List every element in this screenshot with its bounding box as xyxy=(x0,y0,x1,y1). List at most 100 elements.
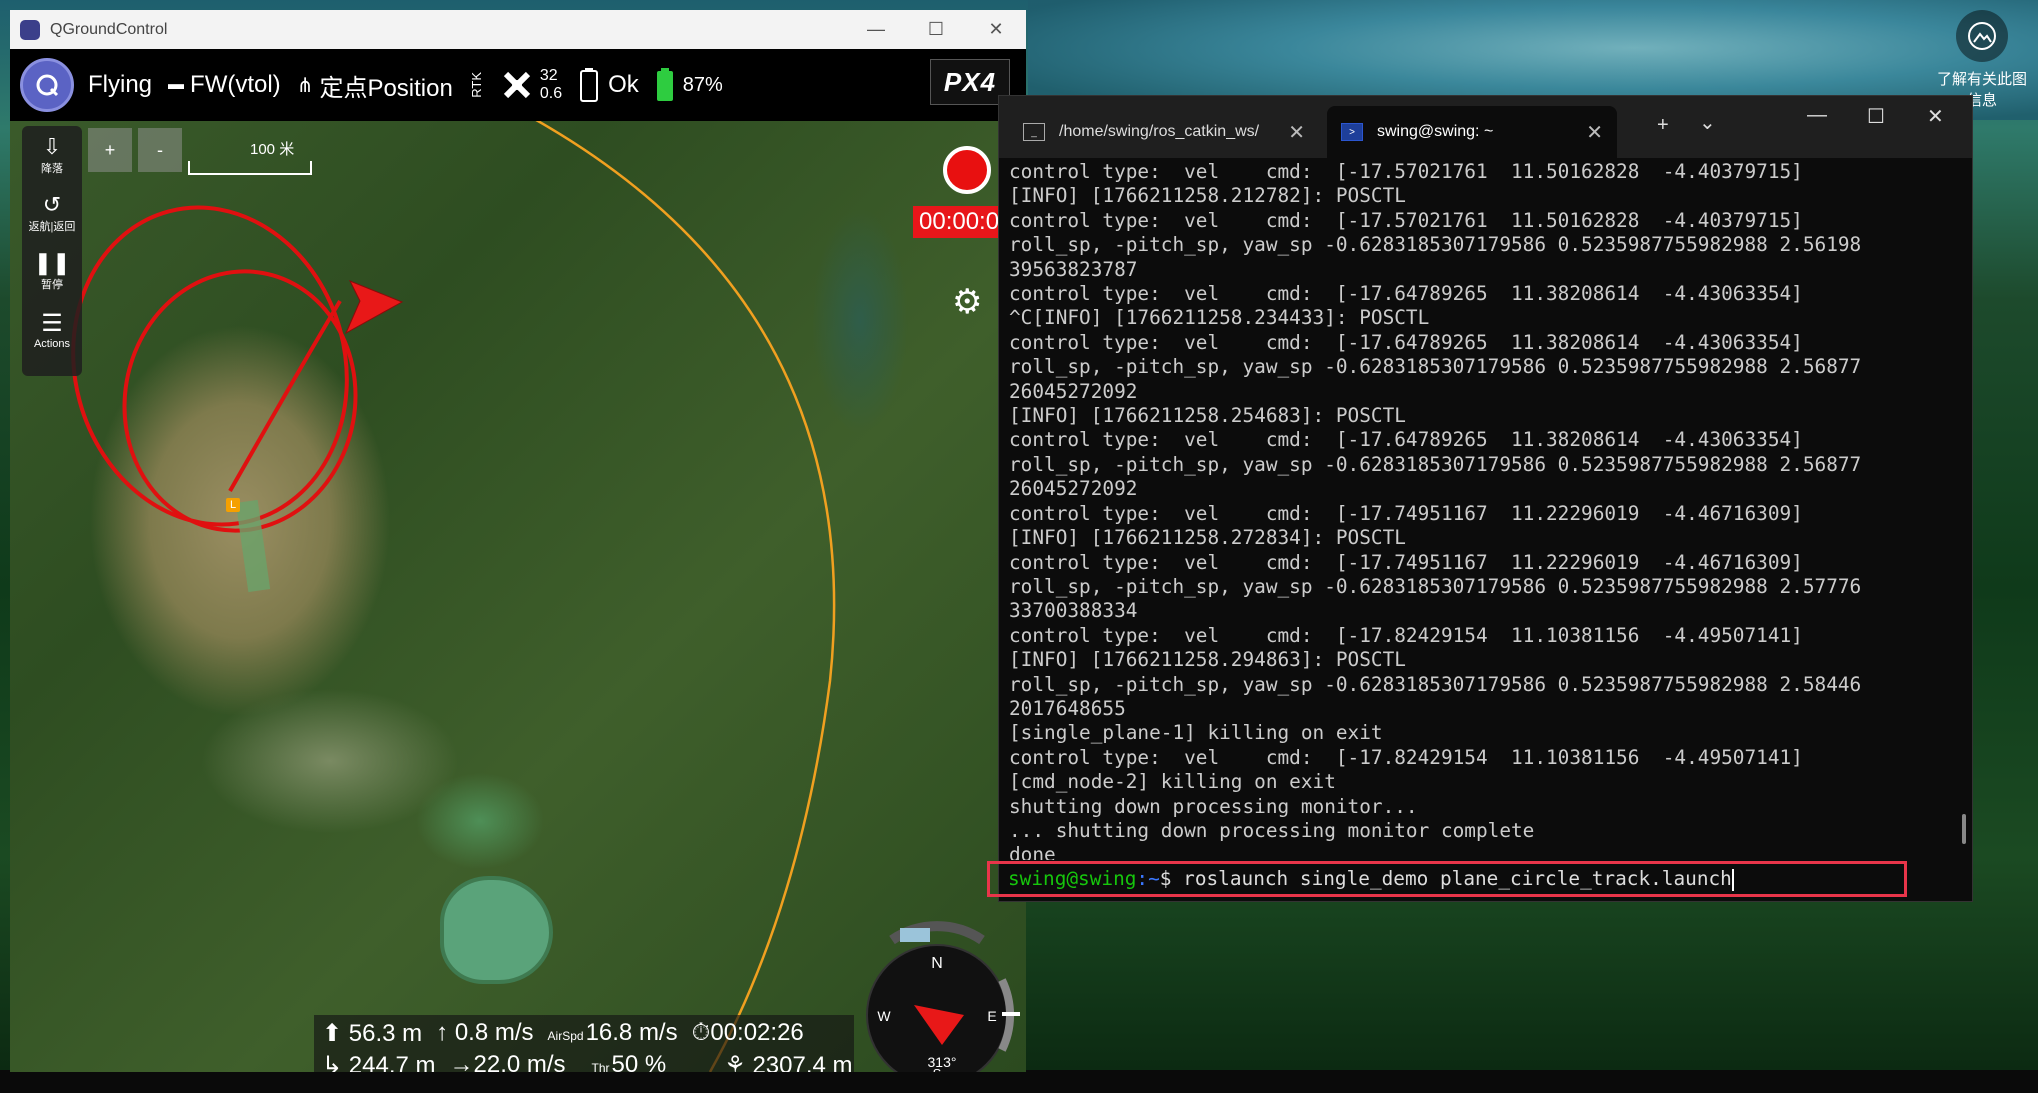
text-cursor xyxy=(1731,868,1734,891)
throttle-value: Thr50 % xyxy=(592,1051,667,1072)
prompt-command: roslaunch single_demo plane_circle_track… xyxy=(1183,867,1732,890)
terminal-line: roll_sp, -pitch_sp, yaw_sp -0.6283185307… xyxy=(1009,452,1862,476)
terminal-output[interactable]: control type: vel cmd: [-17.57021761 11.… xyxy=(1009,160,1959,860)
actions-button[interactable]: ☰ Actions xyxy=(22,300,82,358)
terminal-line: 39563823787 xyxy=(1009,257,1138,281)
terminal-line: [INFO] [1766211258.254683]: POSCTL xyxy=(1009,404,1406,428)
flight-time-value: ⏱00:02:26 xyxy=(691,1019,804,1046)
qgc-window: QGroundControl — ☐ ✕ Flying ▬ FW(vtol) ⋔… xyxy=(10,10,1026,1072)
terminal-maximize-button[interactable]: ☐ xyxy=(1867,104,1885,129)
terminal-line: done xyxy=(1009,843,1056,860)
tab2-title: swing@swing: ~ xyxy=(1377,123,1494,140)
vehicle-type-text: FW(vtol) xyxy=(190,71,281,98)
pause-icon: ❚❚ xyxy=(33,250,71,275)
terminal-line: control type: vel cmd: [-17.74951167 11.… xyxy=(1009,550,1803,574)
distance-value: ↳ 244.7 m xyxy=(322,1051,436,1072)
vehicle-icon xyxy=(344,280,404,335)
distance-text: 244.7 m xyxy=(348,1052,436,1072)
tab-ros-workspace[interactable]: _ /home/swing/ros_catkin_ws/in: ✕ xyxy=(1009,106,1319,158)
airspeed-label: AirSpd xyxy=(547,1029,584,1043)
flight-mode-icon: ⋔ xyxy=(296,74,314,97)
record-button[interactable] xyxy=(943,146,991,194)
vertical-speed-value: ↑ 0.8 m/s xyxy=(436,1019,534,1046)
close-button[interactable]: ✕ xyxy=(966,10,1026,49)
terminal-scrollbar[interactable] xyxy=(1962,814,1966,844)
airspeed-text: 16.8 m/s xyxy=(585,1019,678,1046)
terminal-line: control type: vel cmd: [-17.82429154 11.… xyxy=(1009,623,1803,647)
land-button[interactable]: ⇩ 降落 xyxy=(22,126,82,184)
maximize-button[interactable]: ☐ xyxy=(906,10,966,49)
tab1-close-icon[interactable]: ✕ xyxy=(1288,120,1305,145)
altitude-value: ⬆ 56.3 m xyxy=(322,1020,423,1047)
ground-speed-value: →22.0 m/s xyxy=(450,1051,566,1072)
gear-icon[interactable]: ⚙ xyxy=(952,282,982,322)
terminal-line: roll_sp, -pitch_sp, yaw_sp -0.6283185307… xyxy=(1009,355,1862,379)
vehicle-type[interactable]: ▬ FW(vtol) xyxy=(168,71,281,99)
battery-icon xyxy=(656,68,673,101)
spotlight-icon xyxy=(1956,10,2008,62)
prompt-symbol: $ xyxy=(1159,867,1172,890)
map-scale-label: 100 米 xyxy=(250,141,295,158)
terminal-line: [single_plane-1] killing on exit xyxy=(1009,721,1383,745)
new-tab-button[interactable]: + xyxy=(1657,114,1669,137)
message-icon: ▬ xyxy=(168,76,185,93)
rtk-indicator[interactable]: RTK xyxy=(469,72,484,98)
qgc-toolbar: Flying ▬ FW(vtol) ⋔ 定点Position RTK 32 0.… xyxy=(10,49,1026,121)
terminal-line: control type: vel cmd: [-17.74951167 11.… xyxy=(1009,501,1803,525)
qgc-logo-icon[interactable] xyxy=(20,58,74,112)
flight-time-text: 00:02:26 xyxy=(710,1019,804,1046)
spotlight-label-1: 了解有关此图 xyxy=(1936,71,2027,88)
tab-swing-home[interactable]: > swing@swing: ~ ✕ xyxy=(1327,106,1617,158)
rtl-icon: ↺ xyxy=(42,192,62,217)
terminal-line: [INFO] [1766211258.294863]: POSCTL xyxy=(1009,648,1406,672)
home-distance-value: ⚘ 2307.4 m xyxy=(724,1051,852,1072)
qgc-app-icon xyxy=(20,19,40,40)
prompt-path: :~ xyxy=(1136,867,1160,890)
minimize-button[interactable]: — xyxy=(846,10,906,49)
gps-indicator[interactable]: 32 0.6 xyxy=(500,67,562,103)
terminal-line: [INFO] [1766211258.212782]: POSCTL xyxy=(1009,184,1406,208)
qgc-titlebar[interactable]: QGroundControl — ☐ ✕ xyxy=(10,10,1026,49)
left-tool-strip: ⇩ 降落 ↺ 返航|返回 ❚❚ 暂停 ☰ Actions xyxy=(22,126,82,376)
actions-label: Actions xyxy=(33,337,71,350)
terminal-line: [cmd_node-2] killing on exit xyxy=(1009,770,1336,794)
flight-status-text: Flying xyxy=(88,71,153,98)
flight-mode-text: 定点Position xyxy=(319,74,453,102)
flight-status[interactable]: Flying xyxy=(88,71,152,99)
tab1-title: /home/swing/ros_catkin_ws/in: xyxy=(1059,123,1259,140)
altitude-text: 56.3 m xyxy=(348,1020,423,1047)
throttle-label: Thr xyxy=(591,1061,610,1072)
satellite-icon xyxy=(503,71,530,99)
terminal-window: _ /home/swing/ros_catkin_ws/in: ✕ > swin… xyxy=(987,95,1973,902)
throttle-text: 50 % xyxy=(611,1051,667,1072)
menu-icon: ☰ xyxy=(41,309,63,337)
telemetry-panel[interactable]: ⬆ 56.3 m ↑ 0.8 m/s AirSpd16.8 m/s ⏱00:02… xyxy=(314,1015,854,1072)
home-distance-text: 2307.4 m xyxy=(752,1052,853,1072)
tab2-close-icon[interactable]: ✕ xyxy=(1586,120,1603,145)
battery-indicator[interactable]: 87% xyxy=(655,67,723,103)
terminal-line: ^C[INFO] [1766211258.234433]: POSCTL xyxy=(1009,306,1430,330)
gps-sat-count: 32 xyxy=(539,67,558,84)
terminal-icon: _ xyxy=(1023,123,1045,141)
vertical-speed-text: 0.8 m/s xyxy=(454,1019,534,1046)
land-icon: ⇩ xyxy=(42,134,62,159)
link-indicator[interactable]: Ok xyxy=(578,67,639,103)
terminal-line: roll_sp, -pitch_sp, yaw_sp -0.6283185307… xyxy=(1009,574,1862,598)
terminal-close-button[interactable]: ✕ xyxy=(1927,104,1944,129)
zoom-out-button[interactable]: - xyxy=(138,128,182,172)
terminal-line: control type: vel cmd: [-17.57021761 11.… xyxy=(1009,208,1803,232)
terminal-tabbar: _ /home/swing/ros_catkin_ws/in: ✕ > swin… xyxy=(999,96,1972,158)
flight-mode-selector[interactable]: ⋔ 定点Position xyxy=(297,68,453,103)
home-marker[interactable]: L xyxy=(226,498,240,512)
gps-hdop: 0.6 xyxy=(539,85,563,102)
rtl-button[interactable]: ↺ 返航|返回 xyxy=(22,184,82,242)
pause-button[interactable]: ❚❚ 暂停 xyxy=(22,242,82,300)
tab-dropdown-icon[interactable]: ⌄ xyxy=(1699,110,1716,135)
zoom-in-button[interactable]: + xyxy=(88,128,132,172)
terminal-prompt-line[interactable]: swing@swing:~$ roslaunch single_demo pla… xyxy=(987,861,1907,897)
prompt-user: swing@swing xyxy=(1008,867,1137,890)
terminal-line: control type: vel cmd: [-17.64789265 11.… xyxy=(1009,330,1803,354)
terminal-minimize-button[interactable]: — xyxy=(1807,104,1827,127)
rc-battery-icon xyxy=(580,68,599,102)
compass-widget: N E W S 313° xyxy=(866,921,1020,1072)
